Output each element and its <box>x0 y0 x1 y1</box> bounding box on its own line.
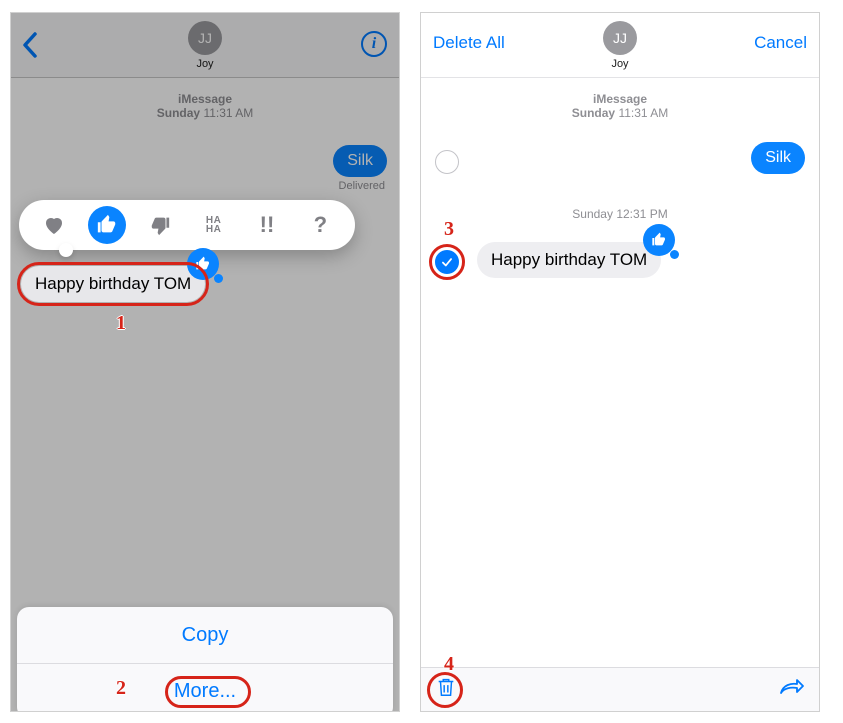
tapback-thumbs-up-icon[interactable] <box>88 206 126 244</box>
select-circle-unchecked[interactable] <box>435 150 459 174</box>
conversation-body-edit: iMessage Sunday 11:31 AM Silk Sunday 12:… <box>421 92 819 681</box>
contact-name: Joy <box>196 58 213 70</box>
message-datestamp: iMessage Sunday 11:31 AM <box>421 92 819 120</box>
contact-name: Joy <box>611 58 628 70</box>
callout-2: 2 <box>111 677 131 701</box>
outgoing-message-text: Silk <box>765 149 791 166</box>
tapback-thumbs-down-icon[interactable] <box>141 206 179 244</box>
tapback-exclaim-icon[interactable]: !! <box>248 206 286 244</box>
contact-avatar[interactable]: JJ <box>188 21 222 55</box>
incoming-message-text: Happy birthday TOM <box>491 250 647 269</box>
edit-mode-header: Delete All JJ Joy Cancel <box>421 13 819 78</box>
callout-4: 4 <box>439 653 459 677</box>
incoming-message-wrap: Happy birthday TOM <box>21 266 205 302</box>
forward-icon[interactable] <box>779 677 805 702</box>
delivery-status: Delivered <box>339 180 385 192</box>
back-chevron-icon[interactable] <box>21 31 39 59</box>
tapback-bar: HAHA !! ? <box>19 200 355 250</box>
avatar-initials: JJ <box>613 30 627 46</box>
tapback-question-icon[interactable]: ? <box>301 206 339 244</box>
outgoing-message-bubble[interactable]: Silk <box>751 142 805 174</box>
conversation-body: iMessage Sunday 11:31 AM Silk Delivered … <box>11 92 399 712</box>
action-copy-label: Copy <box>182 624 229 647</box>
incoming-message-text: Happy birthday TOM <box>35 274 191 293</box>
message-datestamp-2: Sunday 12:31 PM <box>421 207 819 221</box>
conversation-header: JJ Joy i <box>11 13 399 78</box>
screen-right: Delete All JJ Joy Cancel iMessage Sunday… <box>420 12 820 712</box>
action-sheet: Copy More... <box>17 607 393 712</box>
avatar-initials: JJ <box>198 30 212 46</box>
tapback-haha-icon[interactable]: HAHA <box>195 206 233 244</box>
edit-toolbar <box>421 667 819 711</box>
action-more-label: More... <box>174 680 236 703</box>
callout-1: 1 <box>111 312 131 336</box>
callout-3: 3 <box>439 218 459 242</box>
contact-avatar[interactable]: JJ <box>603 21 637 55</box>
cancel-button[interactable]: Cancel <box>754 33 807 53</box>
tapback-heart-icon[interactable] <box>35 206 73 244</box>
trash-icon[interactable] <box>435 675 457 704</box>
action-copy-button[interactable]: Copy <box>17 607 393 663</box>
tapback-badge-thumbs-up-icon <box>643 224 675 256</box>
action-more-button[interactable]: More... <box>17 663 393 712</box>
incoming-message-bubble[interactable]: Happy birthday TOM <box>477 242 661 278</box>
screen-left: JJ Joy i iMessage Sunday 11:31 AM Silk D… <box>10 12 400 712</box>
outgoing-message-text: Silk <box>347 152 373 169</box>
message-datestamp: iMessage Sunday 11:31 AM <box>11 92 399 120</box>
incoming-message-wrap: Happy birthday TOM <box>477 242 661 278</box>
info-icon[interactable]: i <box>361 31 387 57</box>
select-circle-checked[interactable] <box>435 250 459 274</box>
outgoing-message-bubble[interactable]: Silk <box>333 145 387 177</box>
delete-all-button[interactable]: Delete All <box>433 33 505 53</box>
incoming-message-bubble[interactable]: Happy birthday TOM <box>21 266 205 302</box>
tapback-badge-thumbs-up-icon <box>187 248 219 280</box>
